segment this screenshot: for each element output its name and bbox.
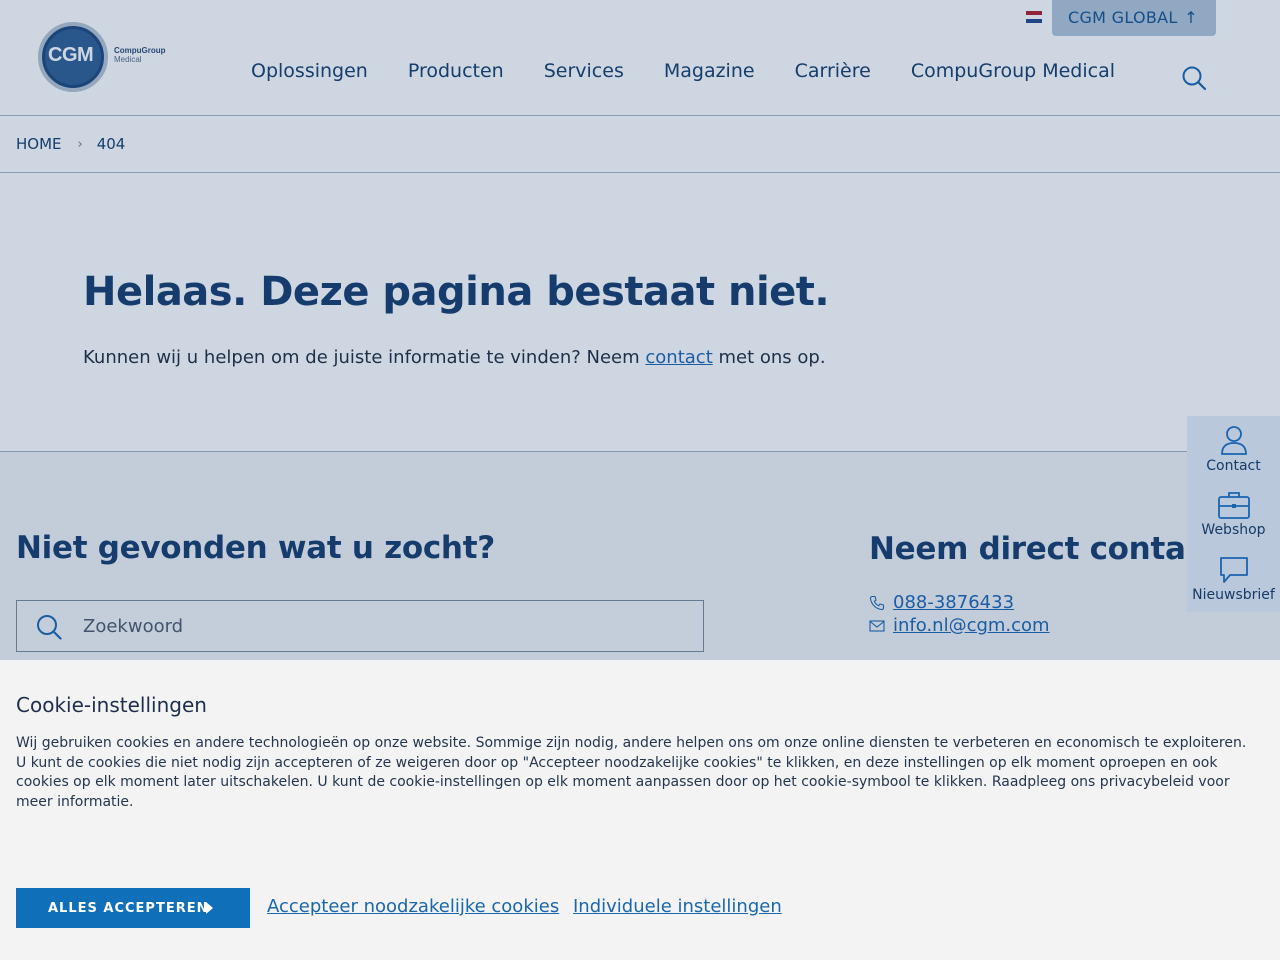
arrow-up-icon: ↑ [1184,8,1198,27]
breadcrumb: HOME › 404 [0,116,1280,173]
chevron-right-icon: › [77,136,83,152]
cgm-logo[interactable]: CGM CompuGroup Medical [38,22,178,94]
nav-item-producten[interactable]: Producten [408,60,504,82]
nav-item-oplossingen[interactable]: Oplossingen [251,60,368,82]
side-item-contact-label: Contact [1206,458,1261,474]
side-item-contact[interactable]: Contact [1187,424,1280,474]
individual-settings-link[interactable]: Individuele instellingen [573,896,782,917]
side-item-nieuwsbrief[interactable]: Nieuwsbrief [1187,555,1280,603]
phone-line: 088-3876433 [869,592,1014,613]
nav-item-compugroup-medical[interactable]: CompuGroup Medical [911,60,1115,82]
nav-item-magazine[interactable]: Magazine [664,60,755,82]
chat-bubble-icon [1219,557,1248,583]
contact-link[interactable]: contact [645,347,712,368]
cgm-global-button[interactable]: CGM GLOBAL ↑ [1052,0,1216,36]
cookie-text: Wij gebruiken cookies en andere technolo… [16,735,1247,810]
side-item-nieuwsbrief-label: Nieuwsbrief [1192,587,1275,603]
side-item-webshop-label: Webshop [1201,522,1266,538]
cookie-title: Cookie-instellingen [16,693,207,717]
mail-icon [869,619,885,632]
phone-icon [869,595,885,610]
breadcrumb-current: 404 [96,135,126,153]
site-header: CGM CompuGroup Medical CGM GLOBAL ↑ Oplo… [0,0,1280,116]
email-link[interactable]: info.nl@cgm.com [893,615,1050,636]
side-panel: Contact Webshop Nieuwsbrief [1187,416,1280,612]
accept-necessary-link[interactable]: Accepteer noodzakelijke cookies [267,896,559,917]
lower-section: Niet gevonden wat u zocht? Neem direct c… [0,452,1280,660]
search-box[interactable] [16,600,704,652]
nav-item-services[interactable]: Services [544,60,624,82]
logo-sub-1: CompuGroup [114,46,166,55]
play-arrow-icon [206,902,213,914]
logo-sub-2: Medical [114,55,142,64]
cookie-banner: Cookie-instellingen Wij gebruiken cookie… [0,660,1280,960]
nav-item-carriere[interactable]: Carrière [795,60,871,82]
search-icon[interactable] [1180,64,1208,92]
error-hero: Helaas. Deze pagina bestaat niet. Kunnen… [0,173,1280,452]
phone-link[interactable]: 088-3876433 [893,592,1014,613]
cgm-global-label: CGM GLOBAL [1068,8,1178,27]
breadcrumb-home[interactable]: HOME [16,135,62,153]
help-text: Kunnen wij u helpen om de juiste informa… [83,347,826,368]
logo-subtitle: CompuGroup Medical [114,46,166,64]
main-nav: Oplossingen Producten Services Magazine … [251,60,1115,82]
help-text-before: Kunnen wij u helpen om de juiste informa… [83,347,646,368]
search-icon [37,615,62,640]
email-line: info.nl@cgm.com [869,615,1050,636]
search-title: Niet gevonden wat u zocht? [16,530,495,566]
help-text-after: met ons op. [712,347,826,368]
person-icon [1220,426,1247,455]
page-title: Helaas. Deze pagina bestaat niet. [83,269,830,315]
netherlands-flag-icon[interactable] [1026,11,1042,23]
accept-all-button[interactable]: ALLES ACCEPTEREN [16,888,250,928]
logo-text: CGM [48,44,94,66]
accept-all-label: ALLES ACCEPTEREN [48,900,209,916]
search-input[interactable] [83,611,683,641]
side-item-webshop[interactable]: Webshop [1187,490,1280,538]
briefcase-icon [1217,492,1250,519]
